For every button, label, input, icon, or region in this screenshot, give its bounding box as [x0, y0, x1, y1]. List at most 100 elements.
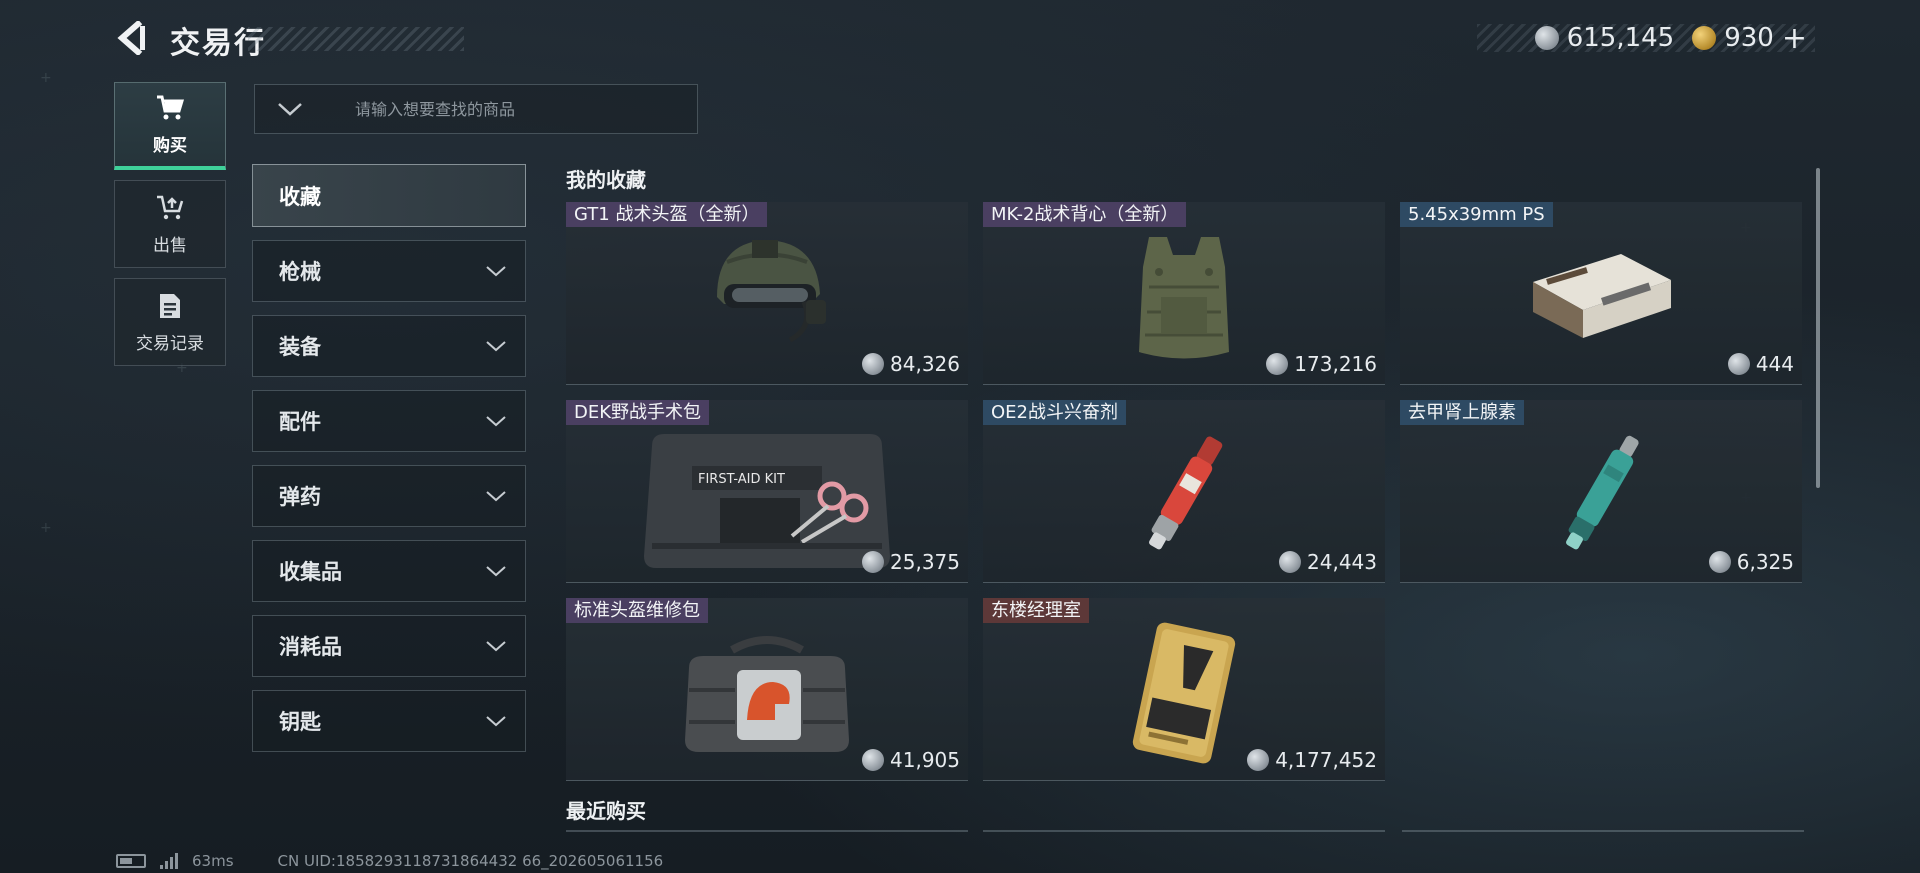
silver-coin-icon — [1534, 26, 1559, 50]
item-card[interactable]: GT1 战术头盔（全新） 84,326 — [566, 202, 968, 385]
item-name: OE2战斗兴奋剂 — [983, 400, 1126, 425]
key-card-icon — [1132, 622, 1236, 764]
category-guns[interactable]: 枪械 — [252, 240, 526, 302]
item-card[interactable]: 5.45x39mm PS 444 — [1400, 202, 1802, 385]
item-price: 25,375 — [862, 550, 960, 574]
silver-amount: 615,145 — [1566, 23, 1675, 53]
category-label: 装备 — [279, 335, 321, 359]
item-price: 444 — [1727, 352, 1794, 376]
silver-coin-icon — [1708, 551, 1731, 573]
item-name: 标准头盔维修包 — [566, 598, 708, 623]
item-card[interactable]: DEK野战手术包 FIRST-AID KIT 25,375 — [566, 400, 968, 583]
silver-coin-icon — [862, 551, 885, 573]
price-value: 4,177,452 — [1275, 748, 1377, 772]
item-name: 去甲肾上腺素 — [1400, 400, 1524, 425]
category-equipment[interactable]: 装备 — [252, 315, 526, 377]
back-button[interactable] — [112, 18, 152, 58]
item-price: 41,905 — [862, 748, 960, 772]
stimulant-injector-teal-icon — [1566, 435, 1639, 550]
item-name: 东楼经理室 — [983, 598, 1089, 623]
category-label: 收藏 — [279, 184, 321, 209]
price-value: 173,216 — [1294, 352, 1377, 376]
side-nav: 购买 出售 交易记录 — [114, 82, 226, 376]
item-card[interactable]: 标准头盔维修包 41,905 — [566, 598, 968, 781]
price-value: 84,326 — [890, 352, 960, 376]
chevron-down-icon — [486, 341, 506, 352]
gold-coin-icon — [1692, 26, 1717, 50]
category-keys[interactable]: 钥匙 — [252, 690, 526, 752]
category-list: 收藏 枪械 装备 配件 弹药 收集品 消耗品 钥匙 — [252, 164, 526, 765]
sell-cart-icon — [155, 193, 185, 223]
document-icon — [155, 291, 185, 321]
nav-buy-label: 购买 — [153, 136, 187, 156]
nav-sell-label: 出售 — [153, 235, 187, 256]
nav-history-label: 交易记录 — [136, 333, 204, 354]
chevron-down-icon — [486, 716, 506, 727]
item-price: 173,216 — [1266, 352, 1377, 376]
signal-icon — [160, 853, 178, 869]
chevron-down-icon — [486, 491, 506, 502]
nav-sell-button[interactable]: 出售 — [114, 180, 226, 268]
item-card[interactable]: 去甲肾上腺素 6,325 — [1400, 400, 1802, 583]
item-card[interactable]: OE2战斗兴奋剂 24,443 — [983, 400, 1385, 583]
category-consumables[interactable]: 消耗品 — [252, 615, 526, 677]
chevron-down-icon[interactable] — [255, 101, 325, 117]
chevron-down-icon — [486, 566, 506, 577]
recent-title: 最近购买 — [566, 799, 646, 823]
chevron-down-icon — [486, 266, 506, 277]
category-favorites[interactable]: 收藏 — [252, 164, 526, 227]
category-label: 弹药 — [279, 485, 321, 509]
category-label: 配件 — [279, 410, 321, 434]
battery-icon — [116, 854, 146, 868]
category-ammo[interactable]: 弹药 — [252, 465, 526, 527]
favorites-grid: GT1 战术头盔（全新） 84,326 MK-2战术背心（全新） 173,216 — [566, 202, 1804, 781]
category-label: 收集品 — [279, 560, 342, 584]
kit-label: FIRST-AID KIT — [698, 472, 785, 487]
chevron-down-icon — [486, 416, 506, 427]
back-arrow-icon — [117, 21, 145, 55]
repair-bag-icon — [685, 636, 849, 752]
silver-balance: 615,145 — [1534, 23, 1675, 53]
item-price: 4,177,452 — [1247, 748, 1377, 772]
silver-coin-icon — [1279, 551, 1302, 573]
silver-coin-icon — [1727, 353, 1750, 375]
item-name: DEK野战手术包 — [566, 400, 710, 425]
price-value: 41,905 — [890, 748, 960, 772]
uid-text: CN UID:1858293118731864432 66_2026050611… — [277, 852, 664, 870]
item-card[interactable]: 东楼经理室 4,177,452 — [983, 598, 1385, 781]
item-price: 6,325 — [1708, 550, 1794, 574]
nav-history-button[interactable]: 交易记录 — [114, 278, 226, 366]
favorites-title: 我的收藏 — [566, 168, 646, 192]
title-decoration — [248, 27, 464, 51]
cart-icon — [155, 93, 185, 123]
item-card[interactable]: MK-2战术背心（全新） 173,216 — [983, 202, 1385, 385]
item-name: MK-2战术背心（全新） — [983, 202, 1187, 227]
category-label: 钥匙 — [279, 710, 321, 734]
add-gold-button[interactable]: + — [1782, 21, 1807, 56]
silver-coin-icon — [862, 353, 885, 375]
gold-balance: 930 + — [1692, 21, 1807, 56]
category-attachments[interactable]: 配件 — [252, 390, 526, 452]
category-label: 枪械 — [279, 260, 321, 284]
nav-buy-button[interactable]: 购买 — [114, 82, 226, 170]
gold-amount: 930 — [1724, 23, 1774, 53]
price-value: 444 — [1755, 352, 1794, 376]
scrollbar[interactable] — [1816, 168, 1820, 488]
silver-coin-icon — [1266, 353, 1289, 375]
chevron-down-icon — [486, 641, 506, 652]
stimulant-injector-red-icon — [1149, 436, 1223, 550]
silver-coin-icon — [862, 749, 885, 771]
item-name: GT1 战术头盔（全新） — [566, 202, 768, 227]
helmet-icon — [717, 240, 826, 343]
ping-text: 63ms — [192, 852, 234, 870]
vest-icon — [1139, 237, 1229, 359]
price-value: 24,443 — [1307, 550, 1377, 574]
item-price: 84,326 — [862, 352, 960, 376]
item-price: 24,443 — [1279, 550, 1377, 574]
category-collectibles[interactable]: 收集品 — [252, 540, 526, 602]
item-name: 5.45x39mm PS — [1400, 202, 1553, 227]
search-box[interactable] — [254, 84, 698, 134]
price-value: 25,375 — [890, 550, 960, 574]
search-input[interactable] — [355, 99, 675, 119]
ammo-box-icon — [1533, 254, 1671, 338]
